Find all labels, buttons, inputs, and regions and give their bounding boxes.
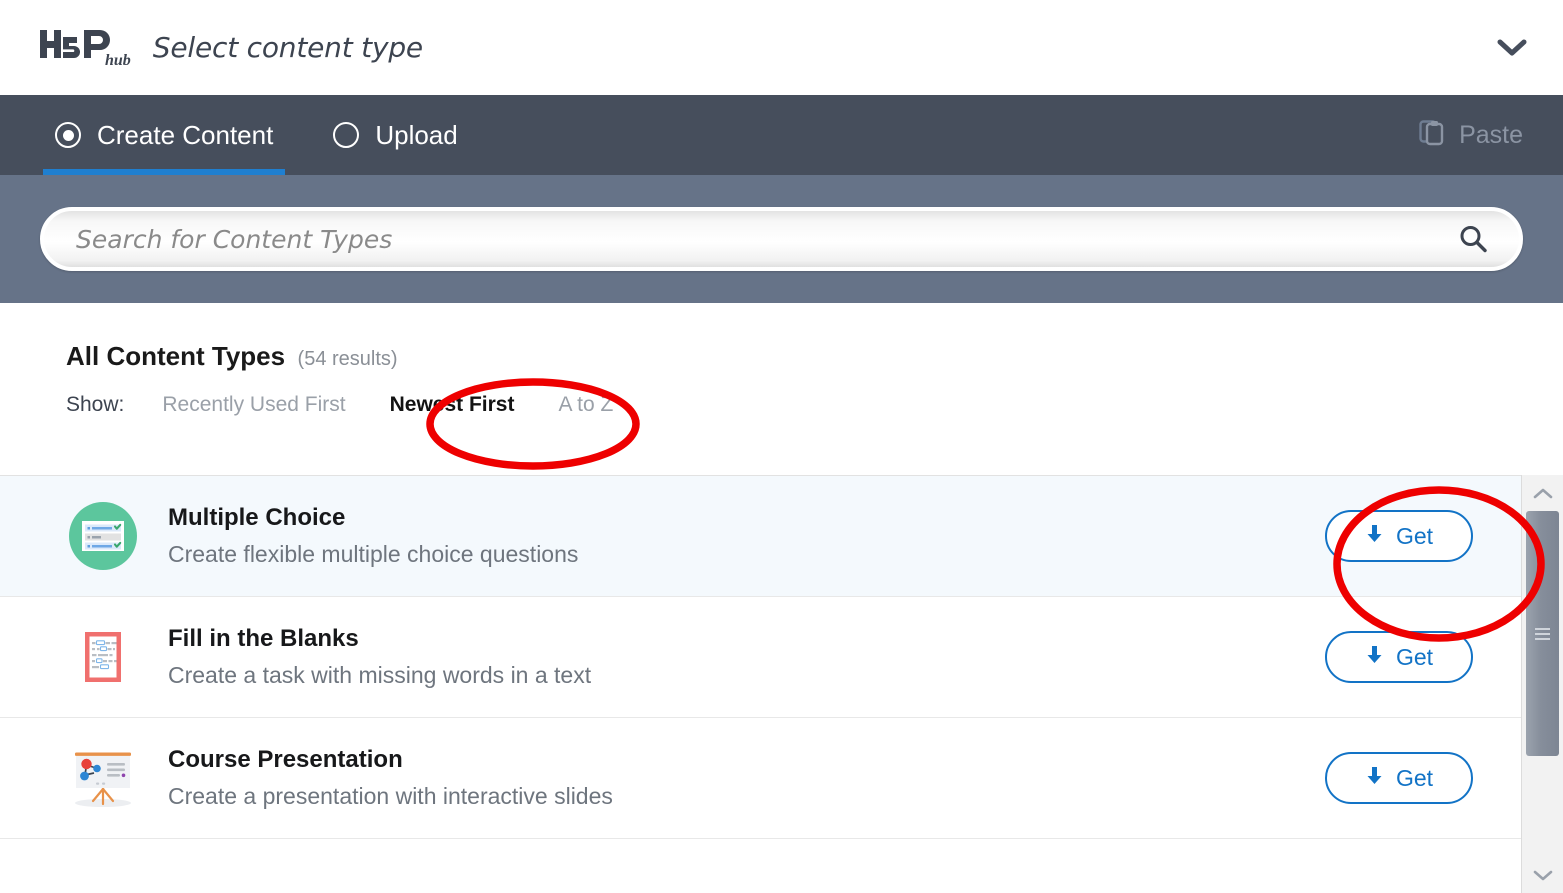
h5p-logo-subscript: hub (105, 52, 131, 69)
tab-upload-label: Upload (375, 119, 458, 150)
chevron-down-icon[interactable] (1489, 25, 1535, 71)
download-arrow-icon (1365, 523, 1384, 550)
paste-button-label: Paste (1459, 120, 1523, 149)
fill-in-the-blanks-icon (66, 620, 140, 694)
content-type-description: Create a task with missing words in a te… (168, 662, 592, 689)
title-bar: hub Select content type (0, 0, 1563, 95)
paste-button[interactable]: Paste (1419, 117, 1533, 154)
list-item-text: Fill in the Blanks Create a task with mi… (168, 624, 1325, 690)
clipboard-icon (1419, 117, 1445, 154)
results-count: (54 results) (297, 348, 398, 370)
scrollbar-thumb[interactable] (1526, 511, 1559, 756)
tab-create-content-label: Create Content (97, 119, 274, 150)
content-type-title: Multiple Choice (168, 504, 346, 532)
page-heading: All Content Types (66, 341, 286, 371)
list-item-text: Course Presentation Create a presentatio… (168, 745, 1325, 811)
page-title: Select content type (152, 31, 423, 64)
mode-tab-bar: Create Content Upload Paste (0, 95, 1563, 175)
sort-option-newest-first[interactable]: Newest First (390, 393, 515, 417)
content-type-list-inner: Multiple Choice Create flexible multiple… (0, 476, 1521, 839)
search-panel (0, 175, 1563, 303)
download-arrow-icon (1365, 644, 1384, 671)
content-type-description: Create a presentation with interactive s… (168, 783, 613, 810)
multiple-choice-icon (66, 499, 140, 573)
sort-filter-row: Show: Recently Used First Newest First A… (66, 393, 1563, 417)
content-type-list: Multiple Choice Create flexible multiple… (0, 475, 1563, 893)
show-label: Show: (66, 393, 125, 416)
scrollbar-grip-icon (1535, 625, 1550, 643)
search-box[interactable] (40, 207, 1523, 271)
h5p-hub-dialog: hub Select content type Create Content U… (0, 0, 1563, 893)
h5p-hub-logo: hub (40, 28, 131, 69)
content-body: All Content Types (54 results) Show: Rec… (0, 303, 1563, 893)
search-icon[interactable] (1453, 219, 1493, 259)
content-type-description: Create flexible multiple choice question… (168, 541, 579, 568)
course-presentation-icon (66, 741, 140, 815)
tab-create-content[interactable]: Create Content (43, 95, 286, 175)
sort-option-a-to-z[interactable]: A to Z (558, 393, 613, 417)
get-button[interactable]: Get (1325, 631, 1473, 683)
scroll-up-button[interactable] (1522, 475, 1563, 511)
get-button-label: Get (1395, 643, 1434, 670)
list-item-text: Multiple Choice Create flexible multiple… (168, 503, 1325, 569)
list-item[interactable]: Course Presentation Create a presentatio… (0, 718, 1521, 839)
scroll-down-button[interactable] (1522, 857, 1563, 893)
content-type-title: Course Presentation (168, 746, 403, 774)
radio-create-content-icon (55, 122, 81, 148)
get-button-label: Get (1395, 764, 1434, 791)
radio-upload-icon (333, 122, 360, 148)
list-item[interactable]: Multiple Choice Create flexible multiple… (0, 476, 1521, 597)
search-input[interactable] (74, 223, 1453, 255)
list-item[interactable]: Fill in the Blanks Create a task with mi… (0, 597, 1521, 718)
get-button-label: Get (1395, 522, 1434, 549)
content-type-title: Fill in the Blanks (168, 625, 359, 653)
sort-option-recently-used-first[interactable]: Recently Used First (162, 393, 345, 417)
get-button[interactable]: Get (1325, 510, 1473, 562)
get-button[interactable]: Get (1325, 752, 1473, 804)
download-arrow-icon (1365, 765, 1384, 792)
results-title-row: All Content Types (54 results) (66, 341, 1563, 372)
list-scrollbar[interactable] (1521, 475, 1563, 893)
tab-upload[interactable]: Upload (321, 95, 469, 175)
results-header: All Content Types (54 results) Show: Rec… (0, 303, 1563, 417)
